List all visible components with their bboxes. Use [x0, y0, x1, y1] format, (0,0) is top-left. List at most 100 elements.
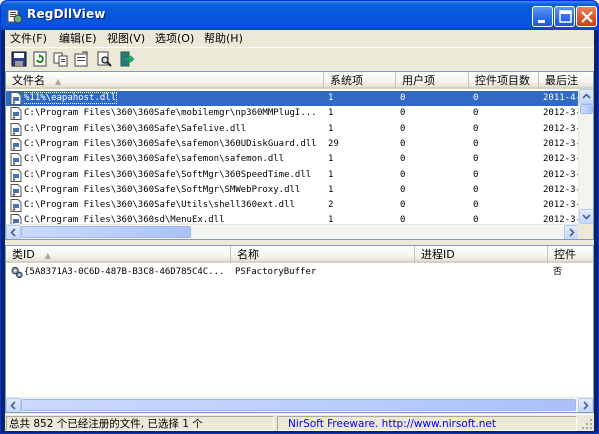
- cell-ctrl: 0: [473, 152, 537, 167]
- cell-date: 2012-3-: [543, 152, 583, 167]
- hscroll-thumb[interactable]: [21, 399, 576, 411]
- table-row[interactable]: C:\Program Files\360\360Safe\safemon\360…: [6, 137, 583, 152]
- nirsoft-link[interactable]: NirSoft Freeware. http://www.nirsoft.net: [277, 416, 577, 431]
- menu-view[interactable]: 视图(V): [104, 31, 148, 46]
- cell-sys: 1: [328, 152, 396, 167]
- refresh-icon[interactable]: [32, 51, 48, 67]
- cell-file: C:\Program Files\360\360Safe\Utils\shell…: [24, 198, 324, 213]
- scroll-right-button[interactable]: [564, 225, 579, 239]
- file-list-vscroll[interactable]: [578, 89, 593, 224]
- cell-date: 2011-4-: [543, 91, 583, 106]
- col-process-id[interactable]: 进程ID: [415, 246, 548, 263]
- app-icon: [7, 9, 23, 24]
- cell-ctrl: 0: [473, 91, 537, 106]
- cell-date: 2012-3-: [543, 137, 583, 152]
- cell-text: C:\Program Files\360\360Safe\SoftMgr\360…: [24, 169, 312, 180]
- cell-text: 0: [400, 169, 406, 180]
- cell-text: 0: [400, 154, 406, 165]
- col-user-items[interactable]: 用户项: [396, 72, 469, 89]
- table-row[interactable]: C:\Program Files\360\360Safe\mobilemgr\n…: [6, 106, 583, 121]
- cell-text: 0: [400, 123, 406, 134]
- cell-text: 0: [400, 200, 406, 211]
- scroll-up-button[interactable]: [579, 89, 593, 104]
- title-bar[interactable]: RegDllView: [1, 1, 598, 30]
- cell-text: 2011-4-: [543, 93, 581, 103]
- cell-user: 0: [400, 183, 468, 198]
- dll-file-icon: [10, 199, 22, 213]
- cell-text: 0: [473, 200, 479, 211]
- col-control-count[interactable]: 控件项目数: [469, 72, 539, 89]
- cell-sys: 1: [328, 122, 396, 137]
- cell-text: 0: [473, 138, 479, 149]
- dll-file-icon: [10, 153, 22, 167]
- cell-user: 0: [400, 137, 468, 152]
- app-window: RegDllView 文件(F) 编辑(E) 视图(V) 选项(O) 帮助(H): [0, 0, 599, 434]
- cell-text: 2012-3-: [543, 138, 581, 149]
- cell-text: 0: [400, 184, 406, 195]
- col-last-registered[interactable]: 最后注: [539, 72, 593, 89]
- col-system-items[interactable]: 系统项: [324, 72, 396, 89]
- cell-text: 1: [328, 93, 334, 103]
- col-filename[interactable]: 文件名 ▲: [6, 72, 324, 89]
- copy-icon[interactable]: [53, 51, 69, 67]
- scroll-right-button[interactable]: [578, 398, 593, 412]
- cell-text: 2012-3-: [543, 169, 581, 180]
- close-button[interactable]: [576, 6, 597, 27]
- cell-file: %11%\eapahost.dll: [24, 91, 324, 106]
- cell-text: C:\Program Files\360\360Safe\SoftMgr\SMW…: [24, 184, 301, 195]
- class-list-hscroll[interactable]: [6, 397, 593, 412]
- resize-grip-icon[interactable]: [581, 418, 593, 430]
- table-row[interactable]: C:\Program Files\360\360Safe\SoftMgr\SMW…: [6, 183, 581, 198]
- table-row[interactable]: {5A8371A3-0C6D-487B-B3C8-46D785C4C... PSF…: [6, 265, 580, 280]
- cell-text: 0: [473, 184, 479, 195]
- cell-text: C:\Program Files\360\360Safe\mobilemgr\n…: [24, 108, 317, 119]
- file-list[interactable]: 文件名 ▲ 系统项 用户项 控件项目数 最后注 %11%\eapahost.dll…: [5, 71, 594, 240]
- cell-text: 0: [473, 93, 479, 103]
- menu-options[interactable]: 选项(O): [152, 31, 197, 46]
- scroll-left-button[interactable]: [6, 398, 21, 412]
- table-row[interactable]: %11%\eapahost.dll 1 0 0 2011-4-: [6, 91, 583, 106]
- table-row[interactable]: C:\Program Files\360\360Safe\Utils\shell…: [6, 198, 581, 213]
- class-list[interactable]: 类ID ▲ 名称 进程ID 控件 {5A8371A3-0C6D-487B-B3C8…: [5, 245, 594, 413]
- save-icon[interactable]: [11, 51, 27, 67]
- cell-sys: 1: [328, 183, 396, 198]
- table-row[interactable]: C:\Program Files\360\360Safe\safemon\saf…: [6, 152, 583, 167]
- cell-date: 2012-3-: [543, 106, 583, 121]
- vscroll-thumb[interactable]: [580, 104, 593, 114]
- cell-text: 2012-3-: [543, 108, 581, 119]
- table-row[interactable]: C:\Program Files\360\360Safe\Safelive.dl…: [6, 122, 581, 137]
- menu-edit[interactable]: 编辑(E): [56, 31, 100, 46]
- scroll-corner: [578, 224, 593, 239]
- com-class-icon: [11, 266, 23, 279]
- arrow-right-icon: [569, 228, 575, 237]
- cell-ctrl: 0: [473, 198, 537, 213]
- scroll-down-button[interactable]: [579, 209, 593, 224]
- cell-text: 1: [328, 108, 334, 119]
- cell-ctrl: 0: [473, 137, 537, 152]
- hscroll-thumb[interactable]: [21, 226, 191, 238]
- dll-file-icon: [10, 107, 22, 121]
- cell-text: 0: [400, 138, 406, 149]
- menu-file[interactable]: 文件(F): [7, 31, 50, 46]
- cell-file: C:\Program Files\360\360Safe\SoftMgr\SMW…: [24, 183, 324, 198]
- cell-text: 2012-3-: [543, 123, 581, 134]
- menu-help[interactable]: 帮助(H): [201, 31, 246, 46]
- cell-ctrl: 0: [473, 168, 537, 183]
- minimize-button[interactable]: [532, 6, 553, 27]
- scroll-left-button[interactable]: [6, 225, 21, 239]
- maximize-button[interactable]: [554, 6, 575, 27]
- properties-icon[interactable]: [73, 51, 89, 67]
- file-list-hscroll[interactable]: [6, 224, 579, 239]
- cell-sys: 1: [328, 106, 396, 121]
- find-icon[interactable]: [96, 51, 112, 67]
- table-row[interactable]: C:\Program Files\360\360Safe\SoftMgr\360…: [6, 168, 581, 183]
- sort-asc-icon: ▲: [55, 77, 62, 86]
- cell-ctrl: 0: [473, 106, 537, 121]
- col-control[interactable]: 控件: [548, 246, 593, 263]
- dll-file-icon: [10, 183, 22, 197]
- cell-file: C:\Program Files\360\360Safe\Safelive.dl…: [24, 122, 324, 137]
- col-clsid[interactable]: 类ID ▲: [6, 246, 231, 263]
- col-name[interactable]: 名称: [231, 246, 415, 263]
- cell-text: 0: [473, 169, 479, 180]
- exit-icon[interactable]: [118, 51, 134, 67]
